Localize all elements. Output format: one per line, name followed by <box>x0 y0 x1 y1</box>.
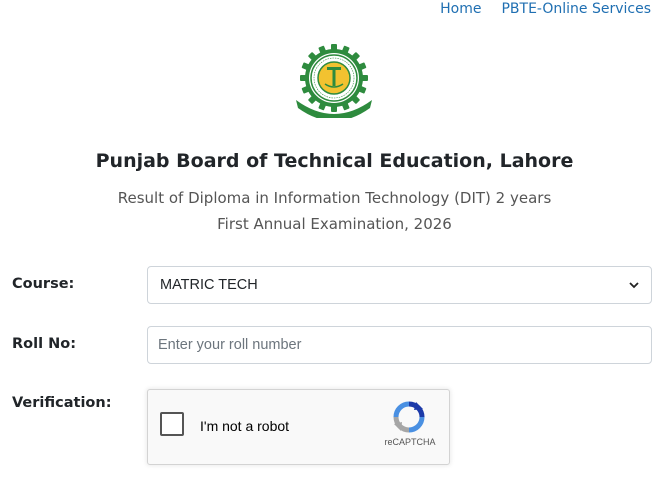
recaptcha-brand: reCAPTCHA <box>384 437 436 447</box>
page-title: Punjab Board of Technical Education, Lah… <box>95 150 574 172</box>
captcha-checkbox[interactable] <box>160 412 184 436</box>
recaptcha-widget: I'm not a robot reCAPTCHA <box>147 389 450 465</box>
result-subtitle: Result of Diploma in Information Technol… <box>117 189 552 207</box>
rollno-label: Roll No: <box>12 336 77 352</box>
top-nav: Home PBTE-Online Services <box>440 0 651 18</box>
chevron-down-icon <box>629 282 639 289</box>
nav-services-link[interactable]: PBTE-Online Services <box>501 0 651 18</box>
course-selected-value: MATRIC TECH <box>160 277 258 293</box>
pbte-logo <box>296 44 372 118</box>
course-select[interactable]: MATRIC TECH <box>147 266 652 304</box>
exam-subtitle: First Annual Examination, 2026 <box>217 215 452 233</box>
course-label: Course: <box>12 276 75 292</box>
nav-home-link[interactable]: Home <box>440 0 481 18</box>
rollno-input[interactable] <box>147 326 652 364</box>
verification-label: Verification: <box>12 395 112 411</box>
recaptcha-icon <box>393 401 425 433</box>
captcha-label: I'm not a robot <box>200 418 290 434</box>
